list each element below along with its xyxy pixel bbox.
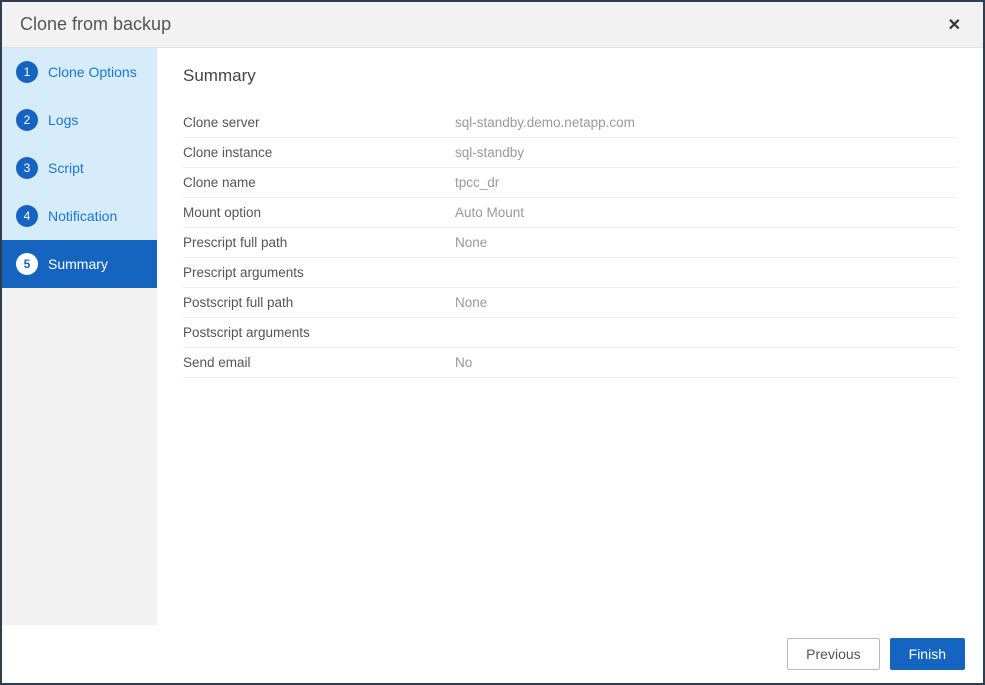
step-number: 5: [16, 253, 38, 275]
content-title: Summary: [183, 66, 957, 86]
sidebar-step-summary[interactable]: 5 Summary: [2, 240, 157, 288]
summary-row-clone-name: Clone name tpcc_dr: [183, 168, 957, 198]
summary-row-clone-instance: Clone instance sql-standby: [183, 138, 957, 168]
finish-button[interactable]: Finish: [890, 638, 965, 670]
summary-row-clone-server: Clone server sql-standby.demo.netapp.com: [183, 108, 957, 138]
sidebar-step-notification[interactable]: 4 Notification: [2, 192, 157, 240]
step-label: Notification: [48, 208, 117, 224]
dialog-body: 1 Clone Options 2 Logs 3 Script 4 Notifi…: [2, 48, 983, 625]
step-label: Logs: [48, 112, 78, 128]
summary-row-mount-option: Mount option Auto Mount: [183, 198, 957, 228]
step-number: 2: [16, 109, 38, 131]
content-panel: Summary Clone server sql-standby.demo.ne…: [157, 48, 983, 625]
summary-value: No: [455, 355, 472, 370]
step-number: 1: [16, 61, 38, 83]
summary-label: Postscript full path: [183, 295, 455, 310]
step-label: Script: [48, 160, 84, 176]
summary-label: Clone server: [183, 115, 455, 130]
summary-value: Auto Mount: [455, 205, 524, 220]
wizard-sidebar: 1 Clone Options 2 Logs 3 Script 4 Notifi…: [2, 48, 157, 625]
step-label: Summary: [48, 256, 108, 272]
summary-value: sql-standby.demo.netapp.com: [455, 115, 635, 130]
dialog-footer: Previous Finish: [2, 625, 983, 683]
summary-label: Clone name: [183, 175, 455, 190]
summary-label: Send email: [183, 355, 455, 370]
summary-label: Clone instance: [183, 145, 455, 160]
summary-label: Prescript full path: [183, 235, 455, 250]
step-number: 3: [16, 157, 38, 179]
close-icon[interactable]: ✕: [944, 15, 965, 35]
dialog-title: Clone from backup: [20, 14, 171, 35]
sidebar-step-clone-options[interactable]: 1 Clone Options: [2, 48, 157, 96]
summary-label: Mount option: [183, 205, 455, 220]
dialog-header: Clone from backup ✕: [2, 2, 983, 48]
sidebar-step-script[interactable]: 3 Script: [2, 144, 157, 192]
summary-row-prescript-path: Prescript full path None: [183, 228, 957, 258]
clone-dialog: Clone from backup ✕ 1 Clone Options 2 Lo…: [0, 0, 985, 685]
sidebar-step-logs[interactable]: 2 Logs: [2, 96, 157, 144]
summary-row-send-email: Send email No: [183, 348, 957, 378]
summary-row-prescript-args: Prescript arguments: [183, 258, 957, 288]
previous-button[interactable]: Previous: [787, 638, 879, 670]
summary-value: sql-standby: [455, 145, 524, 160]
summary-value: None: [455, 235, 487, 250]
summary-row-postscript-args: Postscript arguments: [183, 318, 957, 348]
summary-label: Prescript arguments: [183, 265, 455, 280]
summary-row-postscript-path: Postscript full path None: [183, 288, 957, 318]
summary-label: Postscript arguments: [183, 325, 455, 340]
summary-value: None: [455, 295, 487, 310]
summary-value: tpcc_dr: [455, 175, 499, 190]
step-label: Clone Options: [48, 64, 137, 80]
step-number: 4: [16, 205, 38, 227]
